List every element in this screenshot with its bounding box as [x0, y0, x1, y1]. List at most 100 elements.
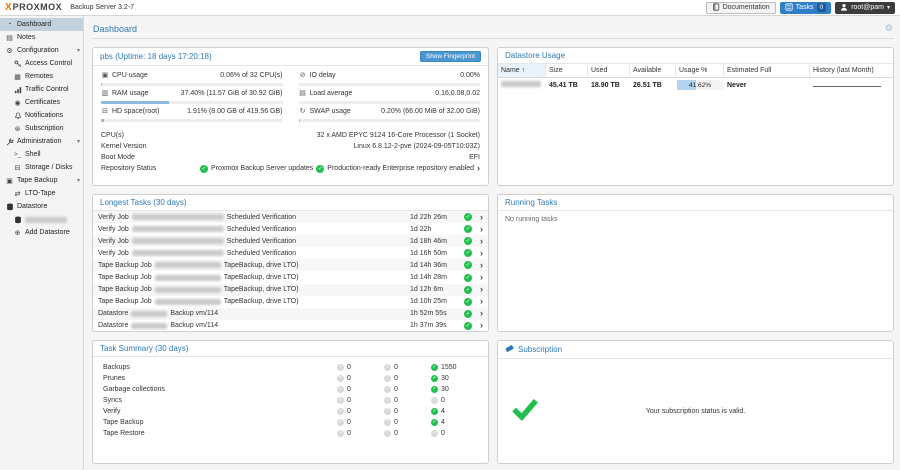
task-row[interactable]: Tape Backup JobTapeBackup, drive LTO)1d …	[93, 296, 488, 308]
gears-icon: ⚙	[5, 47, 14, 55]
hdd-icon: ⊟	[13, 164, 22, 172]
error-count-icon: ×	[337, 408, 344, 415]
sidebar-item-lto-tape[interactable]: ⇄ LTO-Tape	[0, 187, 83, 200]
sidebar-nav: ◔ Dashboard ▤ Notes ⚙ Configuration ▾ Ac…	[0, 16, 84, 470]
task-row[interactable]: Verify JobScheduled Verification1d 22h 2…	[93, 211, 488, 223]
main-content: Dashboard ⚙ pbs (Uptime: 18 days 17:20:1…	[84, 16, 900, 470]
summary-row: Tape Backup×0!0✓4	[93, 417, 488, 428]
exchange-arrows-icon: ⇄	[13, 190, 22, 198]
sidebar-item-notes[interactable]: ▤ Notes	[0, 31, 83, 44]
task-row[interactable]: Tape Backup JobTapeBackup, drive LTO)1d …	[93, 271, 488, 283]
bell-icon	[13, 112, 22, 120]
task-row[interactable]: DatastoreBackup vm/1141h 37m 39s✓›	[93, 320, 488, 332]
sidebar-item-datastore[interactable]: Datastore	[0, 200, 83, 213]
sidebar-item-add-datastore[interactable]: ⊕ Add Datastore	[0, 226, 83, 239]
column-header-used[interactable]: Used	[588, 64, 630, 77]
chevron-right-icon[interactable]: ›	[480, 225, 483, 234]
column-header-name[interactable]: Name ↑	[498, 64, 546, 77]
collapse-caret-icon[interactable]: ▾	[77, 177, 80, 184]
sidebar-item-certificates[interactable]: ◉ Certificates	[0, 96, 83, 109]
task-row[interactable]: Verify JobScheduled Verification1d 22h✓›	[93, 223, 488, 235]
remotes-grid-icon: ▦	[13, 73, 22, 81]
certificate-icon: ◉	[13, 99, 22, 107]
warning-count-icon: !	[384, 364, 391, 371]
sidebar-item-traffic-control[interactable]: Traffic Control	[0, 83, 83, 96]
warning-count-icon: !	[384, 430, 391, 437]
page-title: Dashboard	[93, 24, 137, 34]
chevron-right-icon[interactable]: ›	[480, 297, 483, 306]
sidebar-item-access-control[interactable]: Access Control	[0, 57, 83, 70]
chevron-right-icon[interactable]: ›	[480, 261, 483, 270]
redacted-task-id	[132, 250, 224, 256]
redacted-datastore-name	[501, 81, 541, 87]
check-circle-icon: ✓	[464, 286, 472, 294]
warning-count-icon: !	[384, 408, 391, 415]
chevron-right-icon[interactable]: ›	[480, 249, 483, 258]
redacted-task-id	[132, 214, 224, 220]
column-header-available[interactable]: Available	[630, 64, 676, 77]
sidebar-item-administration[interactable]: Administration ▾	[0, 135, 83, 148]
redacted-task-id	[155, 275, 221, 281]
task-row[interactable]: DatastoreBackup vm/1141h 52m 55s✓›	[93, 308, 488, 320]
sidebar-item-dashboard[interactable]: ◔ Dashboard	[0, 18, 83, 31]
task-row[interactable]: Tape Backup JobTapeBackup, drive LTO)1d …	[93, 259, 488, 271]
ok-count-icon: ✓	[431, 430, 438, 437]
sidebar-item-notifications[interactable]: Notifications	[0, 109, 83, 122]
datastore-usage-panel: Datastore Usage Name ↑ Size Used Availab…	[497, 47, 894, 186]
sidebar-item-datastore-entry[interactable]	[0, 213, 83, 226]
collapse-caret-icon[interactable]: ▾	[77, 47, 80, 54]
check-circle-icon: ✓	[464, 322, 472, 330]
kernel-label: Kernel Version	[101, 141, 147, 152]
user-menu-button[interactable]: root@pam ▾	[835, 2, 895, 14]
gear-icon[interactable]: ⚙	[885, 23, 893, 34]
ok-count-icon: ✓	[431, 397, 438, 404]
error-count-icon: ×	[337, 375, 344, 382]
datastore-used: 18.90 TB	[588, 82, 630, 89]
sidebar-item-configuration[interactable]: ⚙ Configuration ▾	[0, 44, 83, 57]
sidebar-item-tape-backup[interactable]: ▣ Tape Backup ▾	[0, 174, 83, 187]
repo-enterprise-text: Production-ready Enterprise repository e…	[327, 163, 474, 174]
tape-icon: ▣	[5, 177, 14, 185]
chevron-right-icon[interactable]: ›	[480, 285, 483, 294]
sidebar-item-subscription[interactable]: ⊛ Subscription	[0, 122, 83, 135]
documentation-button[interactable]: Documentation	[706, 2, 776, 14]
column-header-size[interactable]: Size	[546, 64, 588, 77]
chevron-right-icon[interactable]: ›	[480, 237, 483, 246]
tasks-count-badge: 0	[817, 3, 827, 12]
chevron-right-icon[interactable]: ›	[480, 213, 483, 222]
datastore-usage-row[interactable]: 45.41 TB 18.90 TB 26.51 TB 41.62% Never	[498, 78, 893, 92]
task-row[interactable]: Verify JobScheduled Verification1d 16h 5…	[93, 247, 488, 259]
proxmox-x-icon: X	[5, 3, 12, 13]
task-row[interactable]: Verify JobScheduled Verification1d 18h 4…	[93, 235, 488, 247]
chevron-right-icon[interactable]: ›	[477, 164, 480, 173]
show-fingerprint-button[interactable]: Show Fingerprint	[420, 51, 481, 62]
task-row[interactable]: Tape Backup JobTapeBackup, drive LTO)1d …	[93, 284, 488, 296]
subscription-ticket-icon	[505, 344, 514, 355]
chevron-right-icon[interactable]: ›	[480, 321, 483, 330]
tasks-button[interactable]: Tasks 0	[780, 2, 832, 14]
dashboard-gauge-icon: ◔	[5, 21, 14, 28]
check-circle-icon: ✓	[200, 165, 208, 173]
swap-progress-bar	[299, 119, 481, 122]
summary-row: Backups×0!0✓1550	[93, 362, 488, 373]
sidebar-item-storage-disks[interactable]: ⊟ Storage / Disks	[0, 161, 83, 174]
sidebar-item-shell[interactable]: >_ Shell	[0, 148, 83, 161]
pbs-panel-title: pbs (Uptime: 18 days 17:20:18)	[100, 52, 212, 61]
warning-count-icon: !	[384, 375, 391, 382]
sidebar-item-remotes[interactable]: ▦ Remotes	[0, 70, 83, 83]
memory-icon: ▥	[101, 89, 109, 99]
redacted-task-id	[132, 226, 224, 232]
cpu-progress-bar	[101, 83, 283, 86]
check-circle-icon: ✓	[464, 261, 472, 269]
check-circle-icon: ✓	[464, 249, 472, 257]
column-header-usage[interactable]: Usage %	[676, 64, 724, 77]
warning-count-icon: !	[384, 397, 391, 404]
column-header-history[interactable]: History (last Month)	[810, 64, 893, 77]
product-version: Backup Server 3.2-7	[70, 4, 134, 11]
running-tasks-title: Running Tasks	[505, 198, 557, 207]
chevron-right-icon[interactable]: ›	[480, 273, 483, 282]
chevron-right-icon[interactable]: ›	[480, 309, 483, 318]
column-header-estimated-full[interactable]: Estimated Full	[724, 64, 810, 77]
collapse-caret-icon[interactable]: ▾	[77, 138, 80, 145]
longest-tasks-panel: Longest Tasks (30 days) Verify JobSchedu…	[92, 194, 489, 332]
